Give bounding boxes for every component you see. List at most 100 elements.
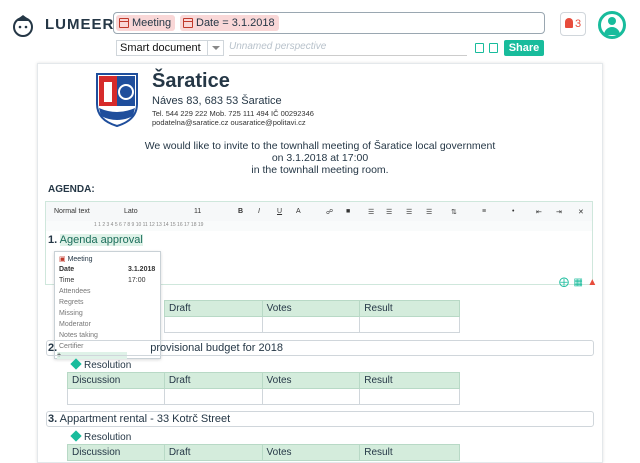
table-cell[interactable] bbox=[164, 316, 263, 333]
line-spacing-icon[interactable]: ⇅ bbox=[451, 208, 457, 216]
resolution-text: Resolution bbox=[84, 432, 132, 443]
align-justify-icon[interactable]: ☰ bbox=[426, 208, 432, 216]
table-header: Result bbox=[359, 372, 460, 389]
item-number: 1. bbox=[48, 234, 58, 246]
align-right-icon[interactable]: ☰ bbox=[406, 208, 412, 216]
town-name: Šaratice bbox=[152, 70, 230, 92]
item-number: 3. bbox=[48, 413, 58, 425]
chip-label: Meeting bbox=[132, 17, 172, 29]
table-cell[interactable] bbox=[261, 316, 361, 333]
resolution-text: Resolution bbox=[84, 360, 132, 371]
query-chip-filter[interactable]: Date = 3.1.2018 bbox=[180, 15, 279, 31]
agenda-item-title[interactable]: 3. Appartment rental - 33 Kotrč Street bbox=[48, 413, 230, 425]
town-address: Náves 83, 683 53 Šaratice bbox=[152, 95, 282, 107]
chip-label: Date = 3.1.2018 bbox=[196, 17, 275, 29]
resolution-table: Draft Votes Result bbox=[164, 300, 460, 333]
calendar-icon: ▣ bbox=[59, 256, 66, 263]
popup-value[interactable]: 17:00 bbox=[128, 277, 146, 284]
save-icon[interactable] bbox=[475, 43, 484, 53]
resolution-table: Discussion Draft Votes Result bbox=[67, 444, 460, 461]
table-header: Discussion bbox=[67, 372, 165, 389]
coat-of-arms-icon bbox=[96, 73, 138, 128]
table-header: Draft bbox=[163, 372, 263, 389]
search-box[interactable]: Meeting Date = 3.1.2018 bbox=[113, 12, 545, 34]
item-actions: ⨁ ▦ ▲ bbox=[559, 272, 597, 290]
outdent-icon[interactable]: ⇤ bbox=[536, 208, 542, 216]
resolution-table: Discussion Draft Votes Result bbox=[67, 372, 460, 405]
bell-icon bbox=[565, 18, 573, 28]
popup-value[interactable]: 3.1.2018 bbox=[128, 266, 155, 273]
popup-title: ▣ Meeting bbox=[59, 255, 92, 263]
popup-row: Time bbox=[59, 277, 75, 284]
notifications-button[interactable]: 3 bbox=[560, 12, 586, 36]
table-header: Draft bbox=[163, 444, 263, 461]
underline-button[interactable]: U bbox=[277, 208, 282, 215]
brand-name: LUMEER bbox=[45, 16, 115, 33]
table-cell[interactable] bbox=[67, 388, 165, 405]
item-title-text: provisional budget for 2018 bbox=[150, 342, 283, 354]
gavel-icon bbox=[70, 430, 82, 442]
table-header: Votes bbox=[261, 300, 361, 317]
bulleted-list-icon[interactable]: • bbox=[512, 208, 514, 215]
invite-line: on 3.1.2018 at 17:00 bbox=[271, 152, 369, 164]
invite-line: in the townhall meeting room. bbox=[251, 164, 389, 176]
trash-icon[interactable]: ▲ bbox=[587, 277, 597, 288]
gavel-icon bbox=[70, 358, 82, 370]
popup-row: Attendees bbox=[59, 288, 91, 295]
resolution-label: Resolution bbox=[70, 358, 132, 371]
perspective-type-value: Smart document bbox=[120, 42, 201, 54]
share-button[interactable]: Share bbox=[504, 40, 544, 56]
table-cell[interactable] bbox=[163, 388, 263, 405]
item-title-text: Agenda approval bbox=[59, 234, 143, 246]
italic-button[interactable]: I bbox=[258, 208, 260, 215]
editor-toolbar: Normal text Lato 11 B I U A ☍ ■ ☰ ☰ ☰ ☰ … bbox=[45, 201, 593, 221]
font-color-button[interactable]: A bbox=[296, 208, 301, 215]
lumeer-logo-icon[interactable] bbox=[10, 12, 36, 38]
chevron-down-icon[interactable] bbox=[207, 41, 223, 55]
popup-title-text: Meeting bbox=[67, 256, 93, 263]
table-cell[interactable] bbox=[359, 388, 460, 405]
numbered-list-icon[interactable]: ≡ bbox=[482, 208, 486, 215]
clear-format-icon[interactable]: ✕ bbox=[578, 208, 584, 216]
link-icon[interactable]: ☍ bbox=[326, 208, 333, 216]
table-cell[interactable] bbox=[359, 316, 460, 333]
paragraph-style-select[interactable]: Normal text bbox=[54, 208, 90, 215]
font-size-select[interactable]: 11 bbox=[194, 208, 201, 215]
popup-row: Notes taking bbox=[59, 332, 98, 339]
bold-button[interactable]: B bbox=[238, 208, 243, 215]
copy-icon[interactable] bbox=[489, 43, 498, 53]
notification-count: 3 bbox=[575, 18, 582, 30]
perspective-name-input[interactable]: Unnamed perspective bbox=[229, 41, 467, 56]
add-icon[interactable]: ⨁ bbox=[559, 277, 569, 288]
perspective-type-select[interactable]: Smart document bbox=[116, 40, 224, 56]
table-header: Discussion bbox=[67, 444, 165, 461]
popup-row: Date bbox=[59, 266, 75, 273]
agenda-item-title[interactable]: 1. Agenda approval bbox=[48, 234, 143, 246]
align-center-icon[interactable]: ☰ bbox=[386, 208, 392, 216]
calendar-icon bbox=[183, 18, 193, 28]
query-chip-collection[interactable]: Meeting bbox=[116, 15, 176, 31]
top-bar: LUMEER Meeting Date = 3.1.2018 3 Smart d… bbox=[0, 0, 640, 62]
contact-phones: Tel. 544 229 222 Mob. 725 111 494 IČ 002… bbox=[152, 109, 314, 118]
popup-row: Missing bbox=[59, 310, 83, 317]
insert-image-icon[interactable]: ■ bbox=[346, 208, 350, 215]
resolution-label: Resolution bbox=[70, 430, 132, 443]
agenda-heading: AGENDA: bbox=[48, 184, 95, 195]
item-number: 2. bbox=[48, 342, 58, 354]
table-header: Result bbox=[359, 300, 460, 317]
agenda-item-title[interactable]: 2. provisional budget for 2018 bbox=[48, 342, 283, 354]
table-header: Votes bbox=[261, 372, 361, 389]
contact-emails: podatelna@saratice.cz ousaratice@politav… bbox=[152, 118, 306, 127]
table-cell[interactable] bbox=[261, 388, 361, 405]
table-icon[interactable]: ▦ bbox=[573, 277, 582, 288]
popup-row: Regrets bbox=[59, 299, 84, 306]
table-header: Result bbox=[359, 444, 460, 461]
user-avatar-icon[interactable] bbox=[598, 11, 626, 39]
table-header: Votes bbox=[261, 444, 361, 461]
font-select[interactable]: Lato bbox=[124, 208, 138, 215]
align-left-icon[interactable]: ☰ bbox=[368, 208, 374, 216]
calendar-icon bbox=[119, 18, 129, 28]
indent-icon[interactable]: ⇥ bbox=[556, 208, 562, 216]
ruler-scale: 1 1 2 3 4 5 6 7 8 9 10 11 12 13 14 15 16… bbox=[94, 222, 204, 228]
ruler[interactable]: 1 1 2 3 4 5 6 7 8 9 10 11 12 13 14 15 16… bbox=[45, 221, 593, 231]
